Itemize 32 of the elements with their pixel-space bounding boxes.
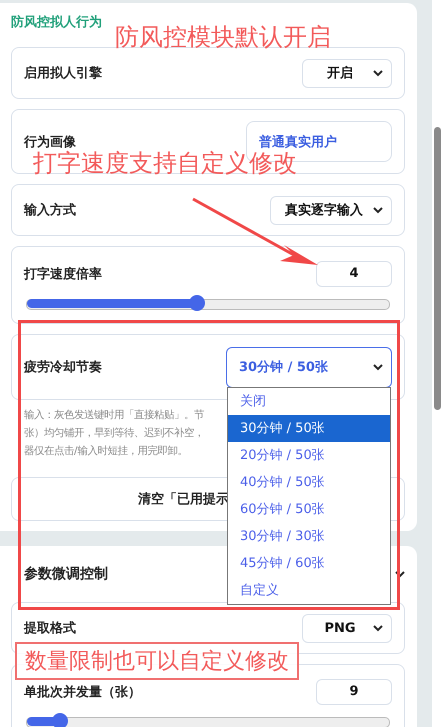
- setting-label: 启用拟人引擎: [24, 64, 102, 82]
- hint-text: 输入：灰色发送键时用「直接粘贴」。节 张）均匀铺开，早到等待、迟到不补空， 器仅在点击/输入时短挂，用完即卸。: [24, 408, 204, 459]
- scrollbar[interactable]: [432, 0, 442, 727]
- slider-thumb[interactable]: [189, 294, 206, 310]
- number-input[interactable]: 9: [316, 678, 392, 704]
- chevron-icon: [373, 206, 383, 214]
- number-input[interactable]: 4: [316, 260, 392, 286]
- dropdown-option[interactable]: 30分钟 / 30张: [228, 522, 390, 550]
- section-title: 参数微调控制: [24, 565, 108, 583]
- dropdown-option[interactable]: 60分钟 / 50张: [228, 496, 390, 522]
- setting-label: 打字速度倍率: [24, 266, 102, 282]
- annotation-text: 数量限制也可以自定义修改: [15, 642, 299, 680]
- dropdown-option[interactable]: 30分钟 / 50张: [228, 414, 390, 442]
- setting-label: 行为画像: [24, 134, 76, 150]
- setting-label: 单批次并发量（张）: [24, 684, 141, 700]
- dropdown-option[interactable]: 自定义: [228, 576, 390, 604]
- section-title: 防风控拟人行为: [11, 14, 103, 32]
- chevron-icon: [373, 70, 383, 76]
- dropdown-option[interactable]: 20分钟 / 50张: [228, 442, 390, 468]
- annotation-text: 防风控模块默认开启: [115, 22, 331, 53]
- setting-label: 提取格式: [24, 620, 76, 637]
- dropdown-option[interactable]: 关闭: [228, 388, 390, 414]
- select-field[interactable]: 真实逐字输入: [270, 196, 392, 224]
- chevron-icon: [373, 624, 383, 632]
- chevron-icon: [395, 570, 405, 578]
- setting-label: 疲劳冷却节奏: [24, 358, 102, 376]
- slider-thumb[interactable]: [52, 712, 68, 727]
- select-field[interactable]: 开启: [302, 58, 392, 88]
- dropdown-option[interactable]: 45分钟 / 60张: [228, 550, 390, 576]
- select-field[interactable]: PNG: [302, 614, 392, 642]
- setting-label: 输入方式: [24, 202, 76, 219]
- chevron-icon: [373, 364, 383, 370]
